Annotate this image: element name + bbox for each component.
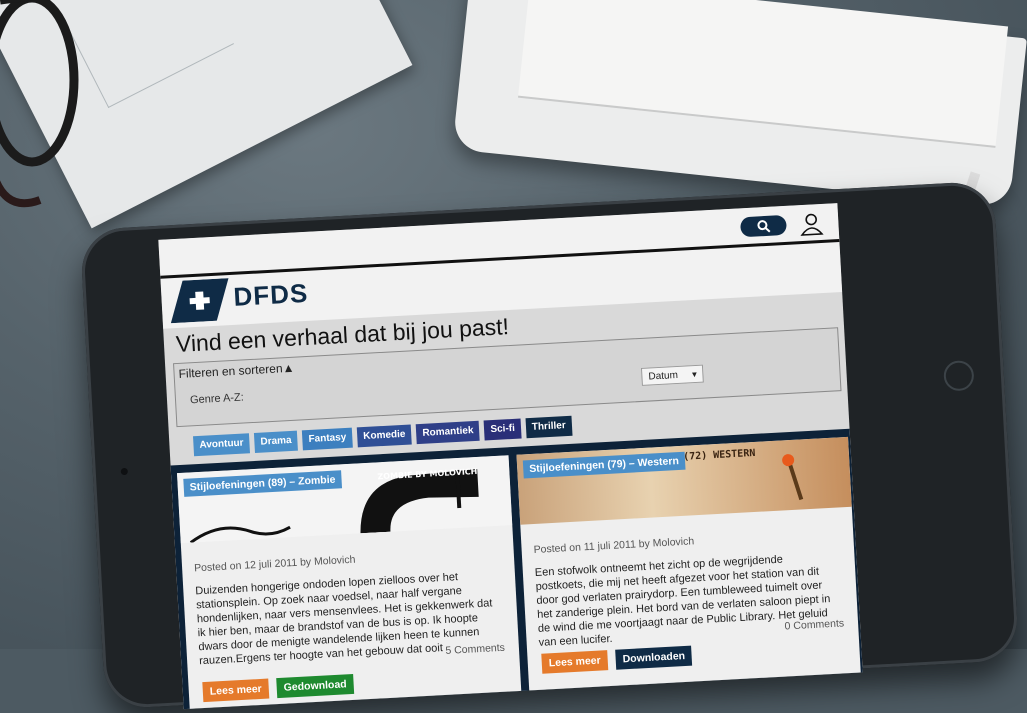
post-meta: Posted on 12 juli 2011 by Molovich [193, 553, 356, 575]
glasses-image [0, 0, 79, 208]
genre-label: Genre A-Z: [189, 391, 245, 407]
post-meta: Posted on 11 juli 2011 by Molovich [533, 535, 695, 557]
downloaded-button[interactable]: Gedownload [276, 673, 355, 699]
comments-link[interactable]: 5 Comments [445, 642, 505, 657]
tablet-device: DFDS Vind een verhaal dat bij jou past! … [79, 180, 1020, 710]
search-button[interactable] [739, 214, 787, 238]
genre-avontuur[interactable]: Avontuur [193, 433, 251, 457]
post-excerpt: Een stofwolk ontneemt het zicht op de we… [534, 553, 831, 649]
dfds-logo-icon[interactable] [169, 278, 231, 324]
tablet-screen: DFDS Vind een verhaal dat bij jou past! … [158, 203, 863, 710]
read-more-button[interactable]: Lees meer [202, 678, 270, 703]
book-page [517, 0, 1009, 148]
brand-name[interactable]: DFDS [233, 278, 309, 313]
home-button[interactable] [943, 359, 975, 392]
genre-romantiek[interactable]: Romantiek [415, 420, 481, 445]
genre-sci-fi[interactable]: Sci-fi [483, 418, 522, 441]
genre-thriller[interactable]: Thriller [525, 415, 573, 439]
read-more-button[interactable]: Lees meer [541, 650, 609, 674]
sort-value: Datum [648, 369, 679, 383]
search-icon [757, 220, 771, 233]
genre-drama[interactable]: Drama [253, 430, 299, 453]
chevron-down-icon: ▼ [690, 369, 699, 380]
tablet-camera [120, 467, 128, 476]
post-card: ZOMBIE BY MOLOVICH Stijloefeningen (89) … [176, 455, 523, 710]
download-button[interactable]: Downloaden [615, 645, 693, 670]
post-image[interactable]: STIJLOEFENINGEN (72) WESTERN Stijloefeni… [516, 436, 852, 525]
posts-section: ZOMBIE BY MOLOVICH Stijloefeningen (89) … [170, 428, 863, 710]
filter-toggle[interactable]: Filteren en sorteren▲ [178, 361, 295, 381]
genre-komedie[interactable]: Komedie [356, 424, 413, 448]
sort-select[interactable]: Datum ▼ [640, 364, 704, 386]
user-icon[interactable] [798, 211, 825, 236]
post-card: STIJLOEFENINGEN (72) WESTERN Stijloefeni… [516, 436, 862, 705]
match-illustration [782, 454, 804, 501]
post-image[interactable]: ZOMBIE BY MOLOVICH Stijloefeningen (89) … [176, 455, 513, 544]
genre-fantasy[interactable]: Fantasy [302, 427, 353, 451]
